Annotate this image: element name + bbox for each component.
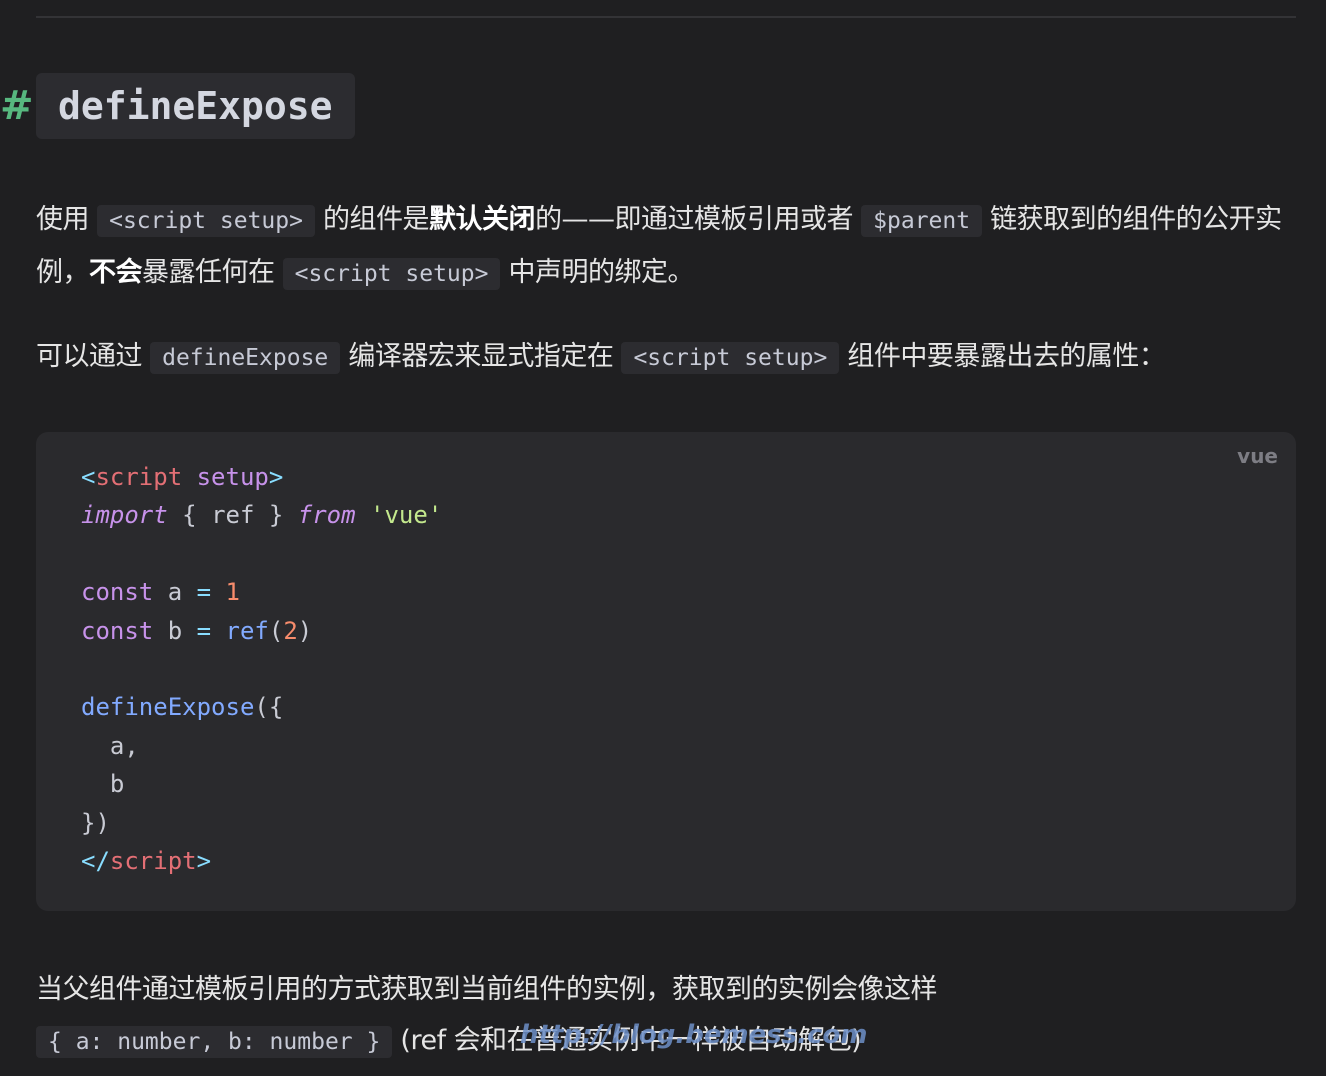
- code-content: <script setup> import { ref } from 'vue'…: [81, 463, 443, 876]
- inline-code: $parent: [861, 205, 983, 237]
- section-heading: # defineExpose: [0, 73, 355, 139]
- result-paragraph: 当父组件通过模板引用的方式获取到当前组件的实例，获取到的实例会像这样{ a: n…: [36, 974, 938, 1058]
- bold-text: 默认关闭: [429, 204, 536, 235]
- code-language-label: vue: [1237, 444, 1278, 468]
- inline-code: <script setup>: [97, 205, 315, 237]
- heading-title: defineExpose: [36, 73, 355, 139]
- bold-text: 不会: [89, 257, 143, 288]
- heading-anchor-link[interactable]: #: [0, 73, 36, 139]
- inline-code: defineExpose: [150, 342, 341, 374]
- intro-paragraph: 使用 <script setup> 的组件是默认关闭的——即通过模板引用或者 $…: [36, 204, 1282, 290]
- watermark: http://blog.bemess.com: [520, 1020, 868, 1050]
- inline-code: <script setup>: [282, 258, 501, 290]
- inline-code: { a: number, b: number }: [36, 1026, 393, 1058]
- usage-paragraph: 可以通过 defineExpose 编译器宏来显式指定在 <script set…: [36, 341, 1166, 374]
- inline-code: <script setup>: [621, 342, 840, 374]
- code-block: vue <script setup> import { ref } from '…: [36, 432, 1296, 911]
- top-divider: [36, 16, 1296, 18]
